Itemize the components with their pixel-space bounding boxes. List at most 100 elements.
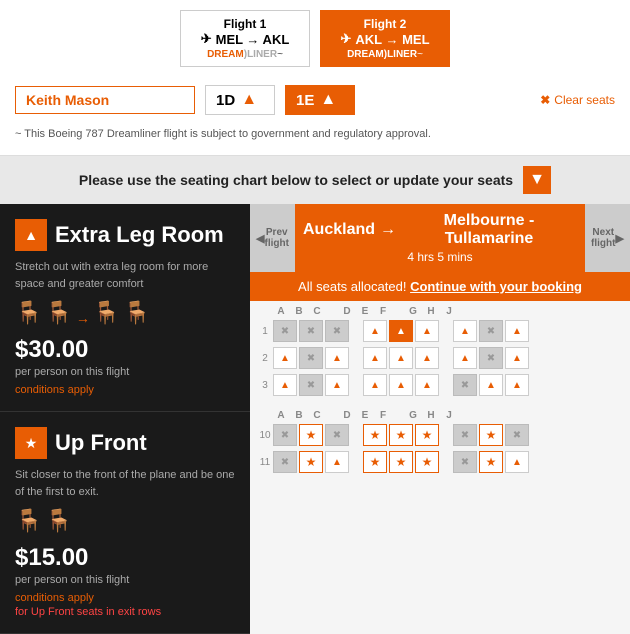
seat-2F[interactable]: ▲ <box>415 347 439 369</box>
seat-3D[interactable]: ▲ <box>363 374 387 396</box>
up-front-section: ★ Up Front Sit closer to the front of th… <box>0 412 250 634</box>
col-B: B <box>290 306 308 317</box>
seat-10F[interactable]: ★ <box>415 424 439 446</box>
up-front-price-sub: per person on this flight <box>15 574 235 586</box>
person-icon-5: 🪑 <box>15 508 42 534</box>
arrow-right-icon: → <box>76 310 90 326</box>
flight1-brand: DREAM)LINER~ <box>193 49 297 60</box>
seat-10D[interactable]: ★ <box>363 424 387 446</box>
flight-tab-1[interactable]: Flight 1 ✈ MEL → AKL DREAM)LINER~ <box>180 10 310 67</box>
seat-2A[interactable]: ▲ <box>273 347 297 369</box>
extra-leg-price-sub: per person on this flight <box>15 366 235 378</box>
extra-leg-icons: 🪑 🪑 → 🪑 🪑 <box>15 300 235 326</box>
extra-leg-conditions[interactable]: conditions apply <box>15 384 235 396</box>
flight1-label: Flight 1 <box>193 17 297 31</box>
seat-11E[interactable]: ★ <box>389 451 413 473</box>
extra-leg-icon: ▲ <box>15 219 47 251</box>
up-front-title: Up Front <box>55 430 147 456</box>
clear-seats-button[interactable]: ✖ Clear seats <box>540 93 615 107</box>
seat-11D[interactable]: ★ <box>363 451 387 473</box>
seat-2E[interactable]: ▲ <box>389 347 413 369</box>
flight-duration: 4 hrs 5 mins <box>303 250 577 264</box>
seat-10B[interactable]: ★ <box>299 424 323 446</box>
seat-2D[interactable]: ▲ <box>363 347 387 369</box>
continue-booking-link[interactable]: Continue with your booking <box>410 279 582 294</box>
extra-leg-price: $30.00 <box>15 336 235 364</box>
seat-1H[interactable]: ✖ <box>479 320 503 342</box>
flight-route-display: Auckland → Melbourne - Tullamarine <box>303 212 577 248</box>
seat-3J[interactable]: ▲ <box>505 374 529 396</box>
seat-map-panel: ◀ Prev flight Auckland → Melbourne - Tul… <box>250 204 630 634</box>
seat-badge-2[interactable]: 1E ▲ <box>285 85 355 115</box>
flight-tab-2[interactable]: Flight 2 ✈ AKL → MEL DREAM)LINER~ <box>320 10 450 67</box>
seat-1A[interactable]: ✖ <box>273 320 297 342</box>
row-num-1: 1 <box>258 326 272 337</box>
seat-3A[interactable]: ▲ <box>273 374 297 396</box>
down-arrow-icon: ▼ <box>523 166 551 194</box>
seat-3H[interactable]: ▲ <box>479 374 503 396</box>
left-panel: ▲ Extra Leg Room Stretch out with extra … <box>0 204 250 634</box>
col-D: D <box>338 306 356 317</box>
seat-1E[interactable]: ▲ <box>389 320 413 342</box>
seat-1B[interactable]: ✖ <box>299 320 323 342</box>
next-flight-button[interactable]: Next flight ▶ <box>585 204 630 272</box>
passenger-row: Keith Mason 1D ▲ 1E ▲ ✖ Clear seats <box>15 77 615 123</box>
seat-3E[interactable]: ▲ <box>389 374 413 396</box>
seat-11J[interactable]: ▲ <box>505 451 529 473</box>
person-icon-2: 🪑 <box>45 300 72 326</box>
seat-2G[interactable]: ▲ <box>453 347 477 369</box>
instructions-banner: Please use the seating chart below to se… <box>0 156 630 204</box>
seat-11G[interactable]: ✖ <box>453 451 477 473</box>
seat-badge-1[interactable]: 1D ▲ <box>205 85 275 115</box>
col-labels-row-2: A B C D E F G H J <box>258 410 622 421</box>
seat-11C[interactable]: ▲ <box>325 451 349 473</box>
seat2-arrow: ▲ <box>320 91 336 109</box>
allocated-banner: All seats allocated! Continue with your … <box>250 272 630 301</box>
seat-10E[interactable]: ★ <box>389 424 413 446</box>
plane-icon-2: ✈ <box>340 31 351 47</box>
seat-1C[interactable]: ✖ <box>325 320 349 342</box>
route-arrow-icon: → <box>380 221 396 239</box>
prev-flight-button[interactable]: ◀ Prev flight <box>250 204 295 272</box>
seat-11H[interactable]: ★ <box>479 451 503 473</box>
flight2-label: Flight 2 <box>333 17 437 31</box>
up-front-conditions[interactable]: conditions apply <box>15 592 235 604</box>
row-num-2: 2 <box>258 353 272 364</box>
seat-1J[interactable]: ▲ <box>505 320 529 342</box>
seat-3G[interactable]: ✖ <box>453 374 477 396</box>
extra-leg-title: Extra Leg Room <box>55 222 224 248</box>
seat-3F[interactable]: ▲ <box>415 374 439 396</box>
extra-leg-room-section: ▲ Extra Leg Room Stretch out with extra … <box>0 204 250 412</box>
seat-1D[interactable]: ▲ <box>363 320 387 342</box>
seat-10G[interactable]: ✖ <box>453 424 477 446</box>
seat-2H[interactable]: ✖ <box>479 347 503 369</box>
up-front-header: ★ Up Front <box>15 427 235 459</box>
col-H: H <box>422 306 440 317</box>
col-labels-row: A B C D E F G H J <box>258 306 622 317</box>
row-num-10: 10 <box>258 430 272 441</box>
seat-1F[interactable]: ▲ <box>415 320 439 342</box>
seat1-arrow: ▲ <box>241 91 257 109</box>
seat-3B[interactable]: ✖ <box>299 374 323 396</box>
seat-10C[interactable]: ✖ <box>325 424 349 446</box>
seat-grid: A B C D E F G H J 1 ✖ ✖ ✖ ▲ ▲ ▲ <box>250 301 630 482</box>
seat-2B[interactable]: ✖ <box>299 347 323 369</box>
seat-10A[interactable]: ✖ <box>273 424 297 446</box>
up-front-desc: Sit closer to the front of the plane and… <box>15 467 235 500</box>
seat-3C[interactable]: ▲ <box>325 374 349 396</box>
seat-11F[interactable]: ★ <box>415 451 439 473</box>
flight-tabs: Flight 1 ✈ MEL → AKL DREAM)LINER~ Flight… <box>15 10 615 67</box>
seat-10J[interactable]: ✖ <box>505 424 529 446</box>
seat-2J[interactable]: ▲ <box>505 347 529 369</box>
seat-10H[interactable]: ★ <box>479 424 503 446</box>
person-icon-3: 🪑 <box>93 300 120 326</box>
col-A: A <box>272 306 290 317</box>
seat-11A[interactable]: ✖ <box>273 451 297 473</box>
up-front-warning: for Up Front seats in exit rows <box>15 606 235 618</box>
seat-2C[interactable]: ▲ <box>325 347 349 369</box>
up-front-price: $15.00 <box>15 544 235 572</box>
flight2-route: ✈ AKL → MEL <box>333 31 437 47</box>
top-section: Flight 1 ✈ MEL → AKL DREAM)LINER~ Flight… <box>0 0 630 156</box>
seat-11B[interactable]: ★ <box>299 451 323 473</box>
seat-1G[interactable]: ▲ <box>453 320 477 342</box>
